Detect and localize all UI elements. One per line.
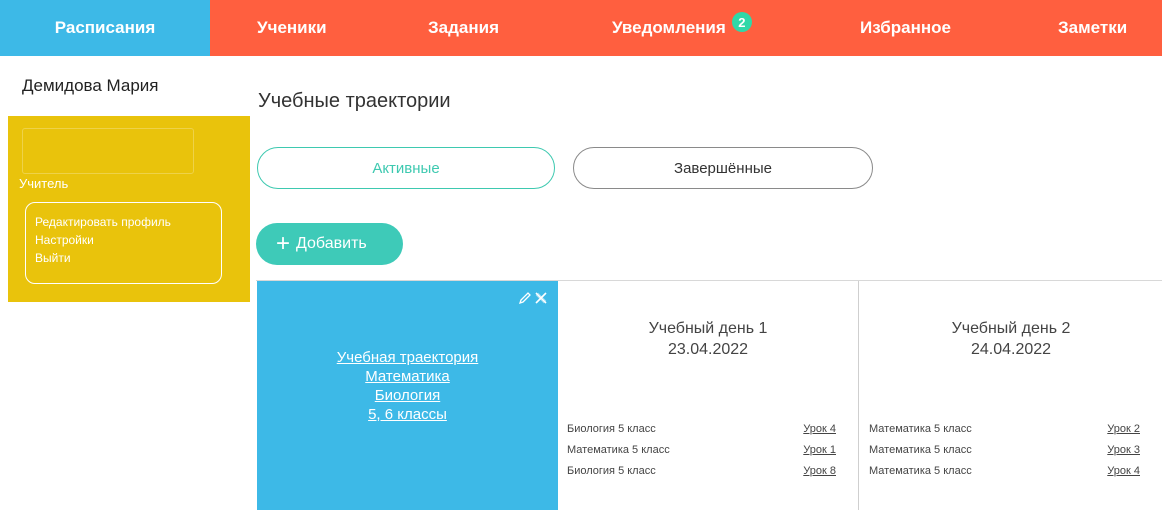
subject-link-biology[interactable]: Биология <box>257 386 558 405</box>
avatar <box>22 128 194 174</box>
nav-schedule[interactable]: Расписания <box>0 0 210 56</box>
trajectory-links: Учебная траектория Математика Биология 5… <box>257 348 558 424</box>
trajectory-link[interactable]: Учебная траектория <box>257 348 558 367</box>
lesson-subject: Математика 5 класс <box>869 465 972 477</box>
lesson-link[interactable]: Урок 2 <box>1107 423 1140 435</box>
trajectory-card: Учебная траектория Математика Биология 5… <box>257 281 558 510</box>
lesson-link[interactable]: Урок 3 <box>1107 444 1140 456</box>
edit-profile-link[interactable]: Редактировать профиль <box>35 213 212 231</box>
user-name: Демидова Мария <box>22 76 159 95</box>
day-column: Учебный день 2 24.04.2022 Математика 5 к… <box>860 281 1162 510</box>
nav-favorites[interactable]: Избранное <box>860 0 951 56</box>
subject-link-math[interactable]: Математика <box>257 367 558 386</box>
plus-icon: + <box>276 230 291 257</box>
nav-notes[interactable]: Заметки <box>1058 0 1127 56</box>
day-date: 23.04.2022 <box>667 341 749 358</box>
logout-link[interactable]: Выйти <box>35 249 212 267</box>
nav-bar-main: Ученики Задания Уведомления 2 Избранное … <box>210 0 1162 56</box>
lesson-link[interactable]: Урок 4 <box>803 423 836 435</box>
day-title: Учебный день 1 23.04.2022 <box>558 318 858 360</box>
lesson-subject: Математика 5 класс <box>869 444 972 456</box>
grades-link[interactable]: 5, 6 классы <box>257 405 558 424</box>
nav-notifications-label: Уведомления <box>612 18 726 37</box>
page-title: Учебные траектории <box>258 90 451 112</box>
lesson-subject: Математика 5 класс <box>567 444 670 456</box>
close-icon[interactable] <box>534 291 548 305</box>
lesson-row: Математика 5 класс Урок 2 <box>869 423 1140 435</box>
user-role: Учитель <box>19 176 69 191</box>
add-button-label: Добавить <box>296 235 367 252</box>
notifications-count-badge: 2 <box>731 12 752 32</box>
settings-link[interactable]: Настройки <box>35 231 212 249</box>
tab-completed[interactable]: Завершённые <box>573 147 873 189</box>
nav-notifications[interactable]: Уведомления 2 <box>612 0 752 56</box>
add-button[interactable]: + Добавить <box>256 223 403 265</box>
lesson-row: Математика 5 класс Урок 4 <box>869 465 1140 477</box>
nav-tasks[interactable]: Задания <box>428 0 499 56</box>
lesson-subject: Биология 5 класс <box>567 423 656 435</box>
lesson-row: Математика 5 класс Урок 3 <box>869 444 1140 456</box>
day-title: Учебный день 2 24.04.2022 <box>860 318 1162 360</box>
lesson-link[interactable]: Урок 8 <box>803 465 836 477</box>
day-name: Учебный день 1 <box>648 320 768 337</box>
lesson-row: Математика 5 класс Урок 1 <box>567 444 836 456</box>
nav-students[interactable]: Ученики <box>257 0 327 56</box>
lesson-row: Биология 5 класс Урок 8 <box>567 465 836 477</box>
lesson-row: Биология 5 класс Урок 4 <box>567 423 836 435</box>
card-actions <box>518 291 548 305</box>
lesson-link[interactable]: Урок 1 <box>803 444 836 456</box>
tab-active[interactable]: Активные <box>257 147 555 189</box>
lesson-subject: Биология 5 класс <box>567 465 656 477</box>
day-column: Учебный день 1 23.04.2022 Биология 5 кла… <box>558 281 859 510</box>
day-date: 24.04.2022 <box>970 341 1052 358</box>
top-nav: Расписания Ученики Задания Уведомления 2… <box>0 0 1162 56</box>
day-name: Учебный день 2 <box>951 320 1071 337</box>
lesson-subject: Математика 5 класс <box>869 423 972 435</box>
lesson-link[interactable]: Урок 4 <box>1107 465 1140 477</box>
profile-menu: Редактировать профиль Настройки Выйти <box>25 202 222 284</box>
pencil-icon[interactable] <box>518 291 532 305</box>
profile-card: Учитель Редактировать профиль Настройки … <box>8 116 250 302</box>
